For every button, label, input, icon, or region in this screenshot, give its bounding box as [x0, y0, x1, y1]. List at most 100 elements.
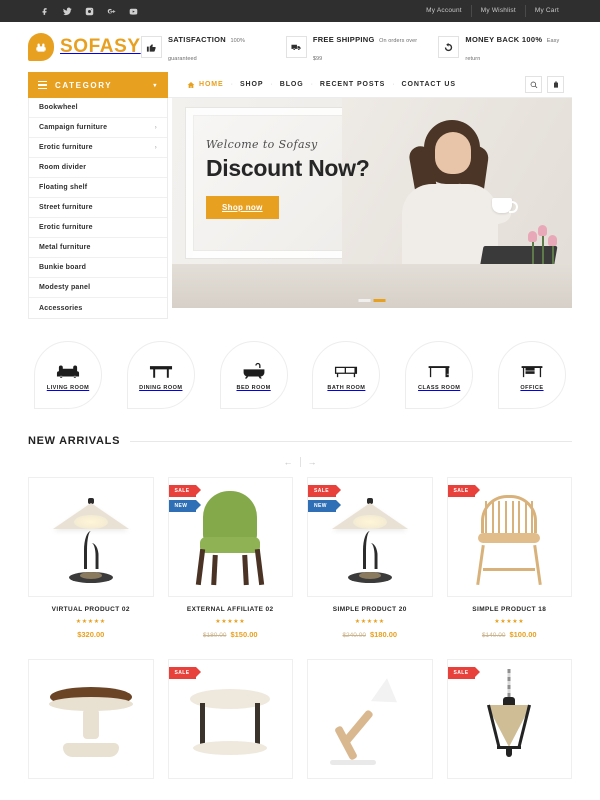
nav-label: HOME	[199, 81, 224, 88]
shop-now-button[interactable]: Shop now	[206, 196, 279, 219]
my-cart-link[interactable]: My Cart	[524, 5, 568, 17]
desk-icon	[428, 365, 450, 377]
twitter-icon[interactable]	[58, 2, 76, 20]
product-thumbnail[interactable]: SALE	[167, 659, 293, 779]
product-card[interactable]: SALE NEW EXTERNAL AFFILIATE 02 ★★★★★ $18…	[167, 477, 293, 639]
carousel-prev-icon[interactable]: ←	[277, 457, 301, 467]
cart-icon[interactable]	[547, 76, 564, 93]
refresh-icon	[438, 36, 460, 58]
room-bed-room[interactable]: BED ROOM	[219, 341, 288, 409]
product-thumbnail[interactable]: SALE NEW	[307, 477, 433, 597]
truck-icon	[285, 36, 307, 58]
sidebar-item-bookwheel[interactable]: Bookwheel	[29, 98, 167, 118]
hero-slider[interactable]: Welcome to Sofasy Discount Now? Shop now	[172, 98, 572, 308]
hero-text-block: Welcome to Sofasy Discount Now? Shop now	[206, 138, 370, 219]
product-thumbnail[interactable]: SALE	[446, 659, 572, 779]
product-name: VIRTUAL PRODUCT 02	[51, 606, 130, 613]
sidebar-label: Metal furniture	[39, 244, 91, 251]
nav-tools	[525, 76, 564, 93]
nav-row: CATEGORY ▾ HOME · SHOP · BLOG · RECENT P…	[0, 72, 600, 98]
youtube-icon[interactable]	[124, 2, 142, 20]
sidebar-label: Room divider	[39, 164, 87, 171]
site-header: SOFASY SATISFACTION 100% guaranteed FREE…	[0, 22, 600, 72]
product-card[interactable]: SALE	[446, 659, 572, 779]
sidebar-item-metal-furniture[interactable]: Metal furniture	[29, 238, 167, 258]
room-bath-room[interactable]: BATH ROOM	[312, 341, 381, 409]
green-chair-icon	[184, 485, 276, 589]
feature-title: MONEY BACK 100%	[465, 35, 543, 44]
sidebar-label: Accessories	[39, 304, 83, 312]
search-icon[interactable]	[525, 76, 542, 93]
hero-dot-1[interactable]	[358, 299, 371, 302]
product-grid-row-2: SALE SALE	[0, 653, 600, 779]
product-thumbnail[interactable]	[28, 659, 154, 779]
main-navigation: HOME · SHOP · BLOG · RECENT POSTS · CONT…	[168, 72, 572, 98]
feature-title: FREE SHIPPING	[312, 35, 375, 44]
room-dining-room[interactable]: DINING ROOM	[126, 341, 195, 409]
feature-title: SATISFACTION	[167, 35, 227, 44]
product-rating: ★★★★★	[494, 619, 525, 625]
instagram-icon[interactable]	[80, 2, 98, 20]
top-bar: My Account My Wishlist My Cart	[0, 0, 600, 22]
sidebar-item-accessories[interactable]: Accessories	[29, 298, 167, 318]
sidebar-item-campaign-furniture[interactable]: Campaign furniture ›	[29, 118, 167, 138]
feature-money-back: MONEY BACK 100% Easy return	[438, 29, 572, 65]
hero-welcome: Welcome to Sofasy	[206, 138, 318, 151]
room-label: CLASS ROOM	[418, 384, 461, 391]
bathtub-icon	[243, 362, 264, 378]
social-links	[36, 2, 142, 20]
product-card[interactable]: SALE	[167, 659, 293, 779]
dining-table-icon	[149, 365, 172, 378]
hero-dot-2[interactable]	[373, 299, 386, 302]
product-thumbnail[interactable]: SALE NEW	[167, 477, 293, 597]
sidebar-item-bunkie-board[interactable]: Bunkie board	[29, 258, 167, 278]
sofa-icon	[56, 364, 80, 378]
sidebar-item-street-furniture[interactable]: Street furniture	[29, 198, 167, 218]
sidebar-item-modesty-panel[interactable]: Modesty panel	[29, 278, 167, 298]
category-label: CATEGORY	[55, 80, 113, 90]
product-thumbnail[interactable]: SALE	[446, 477, 572, 597]
nav-item-blog[interactable]: BLOG	[273, 81, 311, 88]
nav-item-recent-posts[interactable]: RECENT POSTS	[313, 81, 392, 88]
my-wishlist-link[interactable]: My Wishlist	[470, 5, 525, 17]
sidebar-item-erotic-furniture-2[interactable]: Erotic furniture	[29, 218, 167, 238]
office-desk-icon	[521, 365, 543, 377]
category-sidebar: Bookwheel Campaign furniture › Erotic fu…	[28, 98, 168, 319]
armchair-icon	[28, 33, 54, 61]
logo-text: SOFASY	[60, 36, 141, 57]
facebook-icon[interactable]	[36, 2, 54, 20]
hero-title: Discount Now?	[206, 155, 370, 181]
room-living-room[interactable]: LIVING ROOM	[34, 341, 102, 409]
sidebar-label: Campaign furniture	[39, 124, 108, 131]
room-categories: LIVING ROOM DINING ROOM BED ROOM BATH RO…	[0, 319, 600, 427]
white-table-icon	[184, 667, 276, 771]
thumbs-up-icon	[140, 36, 162, 58]
sidebar-item-room-divider[interactable]: Room divider	[29, 158, 167, 178]
product-thumbnail[interactable]	[307, 659, 433, 779]
product-card[interactable]: SALE NEW SIMPLE PRODUCT 20 ★★★★★ $240.00…	[307, 477, 433, 639]
my-account-link[interactable]: My Account	[417, 5, 471, 17]
product-card[interactable]: SALE SIMPLE PRODUCT 18 ★★★★★ $140.00 $10…	[446, 477, 572, 639]
google-plus-icon[interactable]	[102, 2, 120, 20]
product-card[interactable]: VIRTUAL PRODUCT 02 ★★★★★ $320.00	[28, 477, 154, 639]
nav-item-contact-us[interactable]: CONTACT US	[395, 81, 463, 88]
site-logo[interactable]: SOFASY	[28, 33, 141, 61]
feature-free-shipping: FREE SHIPPING On orders over $99	[285, 29, 425, 65]
product-thumbnail[interactable]	[28, 477, 154, 597]
sidebar-item-floating-shelf[interactable]: Floating shelf	[29, 178, 167, 198]
product-card[interactable]	[28, 659, 154, 779]
nav-item-home[interactable]: HOME	[180, 81, 231, 89]
product-card[interactable]	[307, 659, 433, 779]
sidebar-item-erotic-furniture[interactable]: Erotic furniture ›	[29, 138, 167, 158]
room-office[interactable]: OFFICE	[497, 341, 566, 409]
hamburger-icon	[38, 80, 47, 90]
hero-pagination[interactable]	[358, 299, 386, 302]
room-label: BATH ROOM	[327, 384, 366, 391]
room-label: LIVING ROOM	[46, 384, 90, 391]
main-content: Bookwheel Campaign furniture › Erotic fu…	[0, 98, 600, 319]
room-class-room[interactable]: CLASS ROOM	[405, 341, 474, 409]
product-price: $140.00 $100.00	[482, 630, 537, 639]
nav-item-shop[interactable]: SHOP	[233, 81, 270, 88]
category-menu-button[interactable]: CATEGORY ▾	[28, 72, 168, 98]
carousel-next-icon[interactable]: →	[301, 457, 324, 467]
